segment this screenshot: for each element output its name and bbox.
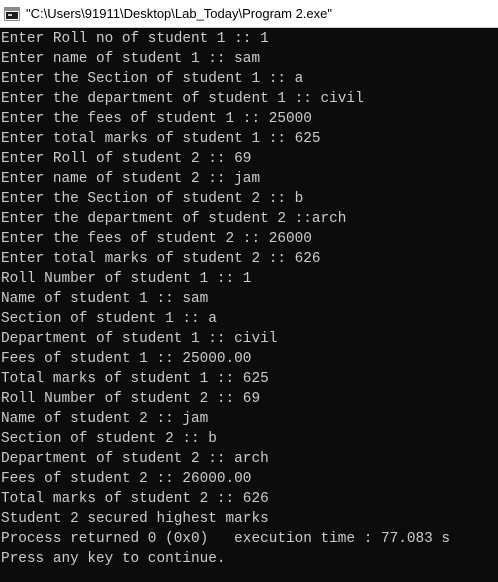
window-title: "C:\Users\91911\Desktop\Lab_Today\Progra… (26, 6, 332, 21)
console-line: Enter name of student 1 :: sam (1, 51, 261, 67)
console-line: Name of student 1 :: sam (1, 291, 209, 307)
console-line: Process returned 0 (0x0) execution time … (1, 531, 451, 547)
console-line: Enter total marks of student 1 :: 625 (1, 131, 321, 147)
console-line: Enter name of student 2 :: jam (1, 171, 261, 187)
console-line: Enter Roll of student 2 :: 69 (1, 151, 252, 167)
console-line: Department of student 2 :: arch (1, 451, 269, 467)
console-line: Total marks of student 2 :: 626 (1, 491, 269, 507)
console-line: Enter the Section of student 2 :: b (1, 191, 304, 207)
console-line: Enter total marks of student 2 :: 626 (1, 251, 321, 267)
console-line: Fees of student 1 :: 25000.00 (1, 351, 252, 367)
console-line: Student 2 secured highest marks (1, 511, 269, 527)
console-line: Enter the fees of student 2 :: 26000 (1, 231, 312, 247)
console-line: Enter Roll no of student 1 :: 1 (1, 31, 269, 47)
console-window: "C:\Users\91911\Desktop\Lab_Today\Progra… (0, 0, 498, 582)
console-line: Roll Number of student 2 :: 69 (1, 391, 261, 407)
console-line: Enter the Section of student 1 :: a (1, 71, 304, 87)
console-line: Enter the fees of student 1 :: 25000 (1, 111, 312, 127)
console-line: Department of student 1 :: civil (1, 331, 278, 347)
console-output[interactable]: Enter Roll no of student 1 :: 1 Enter na… (1, 29, 498, 582)
title-bar[interactable]: "C:\Users\91911\Desktop\Lab_Today\Progra… (0, 0, 498, 28)
console-line: Total marks of student 1 :: 625 (1, 371, 269, 387)
console-line: Enter the department of student 2 ::arch (1, 211, 347, 227)
console-line: Press any key to continue. (1, 551, 226, 567)
console-line: Enter the department of student 1 :: civ… (1, 91, 364, 107)
console-app-icon (4, 6, 20, 21)
console-line: Section of student 1 :: a (1, 311, 217, 327)
console-line: Roll Number of student 1 :: 1 (1, 271, 252, 287)
console-line: Fees of student 2 :: 26000.00 (1, 471, 252, 487)
console-line: Section of student 2 :: b (1, 431, 217, 447)
console-line: Name of student 2 :: jam (1, 411, 209, 427)
